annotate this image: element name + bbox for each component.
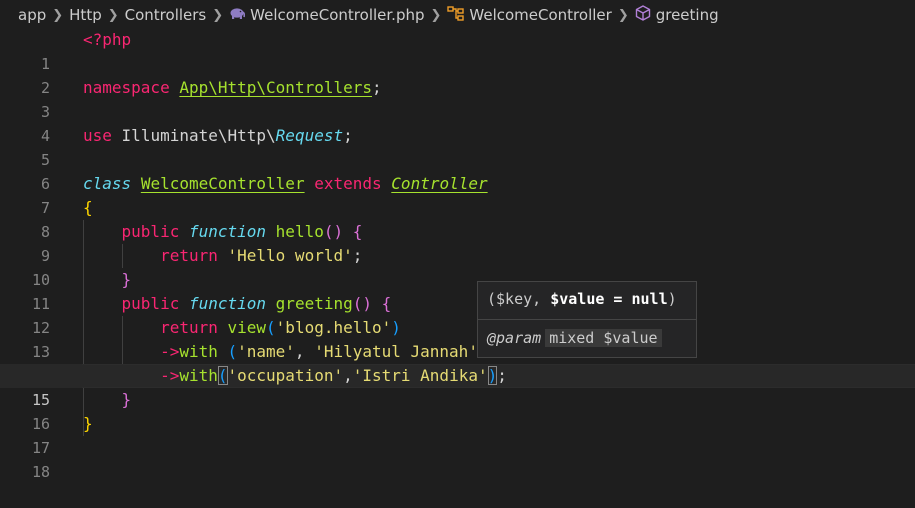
- parent-class: Controller: [391, 174, 488, 193]
- code-editor[interactable]: 1 <?php 2 3 namespace App\Http\Controlle…: [0, 28, 915, 481]
- signature-end: ): [667, 290, 677, 308]
- semicolon: ;: [497, 366, 507, 385]
- signature-start: ($key,: [487, 290, 551, 308]
- breadcrumb: app ❯ Http ❯ Controllers ❯ WelcomeContro…: [0, 0, 915, 30]
- method-name: hello: [275, 222, 324, 241]
- breadcrumb-item-controllers[interactable]: Controllers: [125, 6, 207, 24]
- semicolon: ;: [372, 78, 382, 97]
- code-line[interactable]: 17 }: [0, 412, 915, 457]
- class-icon: [447, 5, 465, 25]
- paren: ): [391, 318, 401, 337]
- comma: ,: [294, 342, 315, 361]
- import-class: Request: [275, 126, 344, 145]
- breadcrumb-item-file[interactable]: WelcomeController.php: [250, 6, 424, 24]
- method-open-brace: {: [381, 294, 392, 313]
- code-line[interactable]: 6: [0, 148, 915, 193]
- code-line-current[interactable]: 15 ->with('occupation','Istri Andika');: [0, 364, 915, 409]
- class-close-brace: }: [83, 414, 93, 433]
- semicolon: ;: [343, 126, 353, 145]
- arrow-operator: ->: [160, 342, 180, 361]
- return-keyword: return: [160, 318, 218, 337]
- chevron-right-icon: ❯: [107, 7, 119, 23]
- chevron-right-icon: ❯: [212, 7, 224, 23]
- php-open-tag: <?php: [83, 30, 132, 49]
- semicolon: ;: [352, 246, 363, 265]
- extends-keyword: extends: [314, 174, 382, 193]
- breadcrumb-item-app[interactable]: app: [18, 6, 46, 24]
- import-namespace: Illuminate\Http\: [121, 126, 276, 145]
- code-line[interactable]: 1 <?php: [0, 28, 915, 73]
- code-line[interactable]: 2: [0, 52, 915, 97]
- method-cube-icon: [635, 5, 651, 25]
- namespace-keyword: namespace: [83, 78, 170, 97]
- public-keyword: public: [121, 222, 180, 241]
- arrow-operator: ->: [160, 366, 180, 385]
- comma: ,: [343, 366, 353, 385]
- function-call: with: [179, 366, 218, 385]
- code-line[interactable]: 12 public function greeting() {: [0, 292, 915, 337]
- paren: (: [217, 342, 238, 361]
- code-line[interactable]: 8 {: [0, 196, 915, 241]
- chevron-right-icon: ❯: [52, 7, 64, 23]
- parameter-doc: @param mixed $value: [487, 327, 662, 349]
- parens: (): [352, 294, 372, 313]
- class-keyword: class: [83, 174, 132, 193]
- use-keyword: use: [83, 126, 112, 145]
- return-keyword: return: [160, 246, 218, 265]
- chevron-right-icon: ❯: [430, 7, 442, 23]
- breadcrumb-item-class[interactable]: WelcomeController: [469, 6, 611, 24]
- string-literal: 'blog.hello': [275, 318, 392, 337]
- code-line[interactable]: 18: [0, 436, 915, 481]
- method-close-brace: }: [121, 270, 132, 289]
- code-line[interactable]: 14 ->with ('name', 'Hilyatul Jannah': [0, 340, 915, 385]
- method-close-brace: }: [121, 390, 132, 409]
- namespace-name: App\Http\Controllers: [179, 78, 372, 97]
- code-line[interactable]: 13 return view('blog.hello'): [0, 316, 915, 361]
- matched-bracket: (: [217, 366, 228, 385]
- method-name: greeting: [275, 294, 353, 313]
- breadcrumb-item-http[interactable]: Http: [69, 6, 102, 24]
- divider: [478, 319, 696, 320]
- function-call: view: [227, 318, 267, 337]
- matched-bracket: ): [487, 366, 498, 385]
- class-name: WelcomeController: [140, 174, 305, 193]
- line-number: 18: [31, 463, 50, 481]
- code-line[interactable]: 9 public function hello() {: [0, 220, 915, 265]
- code-line[interactable]: 11 }: [0, 268, 915, 313]
- public-keyword: public: [121, 294, 180, 313]
- class-open-brace: {: [83, 198, 93, 217]
- chevron-right-icon: ❯: [617, 7, 629, 23]
- string-literal: 'Istri Andika': [352, 366, 488, 385]
- php-elephant-icon: [229, 6, 246, 24]
- parameter-hint-tooltip: ($key, $value = null) @param mixed $value: [477, 281, 697, 358]
- active-parameter: $value = null: [550, 290, 668, 308]
- breadcrumb-item-method[interactable]: greeting: [656, 6, 719, 24]
- string-literal: 'Hello world': [227, 246, 353, 265]
- method-open-brace: {: [352, 222, 363, 241]
- paren: (: [266, 318, 276, 337]
- code-line[interactable]: 3 namespace App\Http\Controllers;: [0, 76, 915, 121]
- code-line[interactable]: 5 use Illuminate\Http\Request;: [0, 124, 915, 169]
- string-literal: 'Hilyatul Jannah': [314, 342, 478, 361]
- parens: (): [323, 222, 344, 241]
- string-literal: 'occupation': [227, 366, 344, 385]
- code-line[interactable]: 7 class WelcomeController extends Contro…: [0, 172, 915, 217]
- string-literal: 'name': [237, 342, 295, 361]
- code-line[interactable]: 10 return 'Hello world';: [0, 244, 915, 289]
- doc-tag: @param: [487, 329, 542, 347]
- code-line[interactable]: 16 }: [0, 388, 915, 433]
- code-line[interactable]: 4: [0, 100, 915, 145]
- function-keyword: function: [188, 222, 267, 241]
- function-keyword: function: [188, 294, 267, 313]
- function-call: with: [179, 342, 218, 361]
- signature: ($key, $value = null): [487, 288, 677, 310]
- doc-code: mixed $value: [545, 329, 662, 347]
